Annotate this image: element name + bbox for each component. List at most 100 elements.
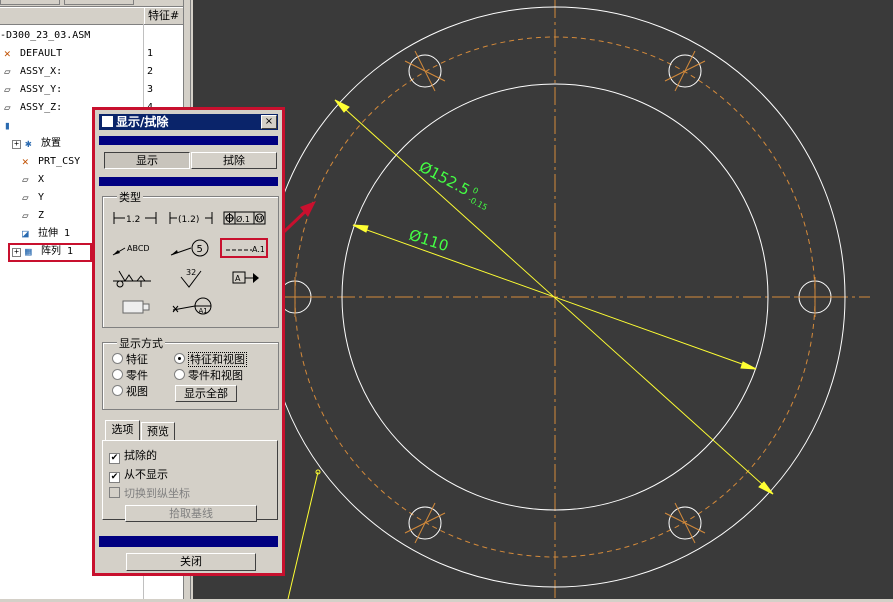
tree-item[interactable]: ✕ DEFAULT	[4, 45, 62, 63]
tree-item[interactable]: ▱ Z	[22, 207, 44, 225]
graphics-viewport[interactable]: Ø152.5 0 -0.15 Ø110	[193, 0, 893, 600]
dim-inner-text: Ø110	[407, 226, 451, 256]
svg-text:1.2: 1.2	[126, 215, 140, 225]
svg-text:Ø152.5: Ø152.5	[416, 158, 473, 200]
svg-text:A1: A1	[199, 307, 208, 315]
close-button[interactable]: 关闭	[126, 553, 256, 571]
reference-dimension-icon[interactable]: (1.2)	[167, 210, 215, 226]
divider-bar	[99, 536, 278, 547]
mode-part-radio[interactable]: 零件	[112, 369, 148, 382]
datum-plane-icon: ▱	[4, 83, 11, 96]
expand-icon[interactable]: +	[12, 140, 21, 149]
pick-baseline-button[interactable]: 拾取基线	[125, 505, 257, 522]
tree-column-header: 特征#	[0, 8, 190, 25]
feature-number: 1	[147, 48, 154, 59]
note-icon[interactable]: ABCD	[111, 241, 159, 257]
show-erase-dialog[interactable]: 显示/拭除 × 显示 拭除 类型 1.2 (1.2) Ø.1 M ABCD 5 A…	[92, 107, 285, 576]
tree-item-label: X	[38, 174, 45, 185]
show-button[interactable]: 显示	[104, 152, 190, 169]
radio-indicator[interactable]	[112, 369, 123, 380]
datum-plane-tag-icon[interactable]: A	[231, 270, 261, 286]
csys-icon: ✕	[4, 47, 11, 60]
dialog-title: 显示/拭除	[116, 115, 169, 129]
bolt-hole	[664, 502, 706, 544]
tree-item-label: Y	[38, 192, 45, 203]
erased-checkbox[interactable]: ✔ 拭除的	[109, 449, 157, 464]
checkbox-indicator[interactable]: ✔	[109, 472, 120, 483]
tree-item[interactable]: ▱ X	[22, 171, 44, 189]
csys-icon: ✕	[22, 155, 29, 168]
datum-plane-icon: ▱	[4, 65, 11, 78]
mode-feature-and-view-radio[interactable]: 特征和视图	[174, 352, 247, 367]
tree-item-label: ASSY_Z:	[20, 102, 63, 113]
feature-number-column-header[interactable]: 特征#	[144, 8, 188, 24]
leader-line	[287, 471, 319, 600]
dimension-icon[interactable]: 1.2	[111, 210, 159, 226]
datum-plane-icon: ▱	[4, 101, 11, 114]
balloon-icon[interactable]: 5	[169, 238, 215, 258]
tree-item[interactable]: ✕ PRT_CSY	[22, 153, 80, 171]
geometric-tolerance-icon[interactable]: Ø.1 M	[223, 210, 267, 226]
radio-indicator[interactable]	[112, 353, 123, 364]
show-all-button[interactable]: 显示全部	[175, 385, 237, 402]
part-icon: ▮	[4, 119, 11, 132]
switch-to-ordinate-checkbox[interactable]: 切换到纵坐标	[109, 487, 190, 500]
erase-button[interactable]: 拭除	[191, 152, 277, 169]
svg-text:(1.2): (1.2)	[178, 215, 199, 225]
cosmetic-feature-icon[interactable]	[121, 298, 153, 316]
tree-item-label: 放置	[41, 138, 61, 149]
svg-text:ABCD: ABCD	[127, 244, 150, 253]
tab-settings[interactable]	[64, 0, 134, 5]
tab-model-tree[interactable]	[0, 0, 60, 5]
pattern-highlight-box	[8, 243, 92, 262]
radio-indicator[interactable]	[174, 369, 185, 380]
datum-plane-icon: ▱	[22, 191, 29, 204]
radio-indicator[interactable]	[174, 353, 185, 364]
svg-text:A.1: A.1	[252, 245, 264, 254]
svg-text:M: M	[257, 215, 263, 223]
type-group-label: 类型	[117, 189, 143, 205]
symbol-icon[interactable]	[111, 267, 157, 289]
mode-view-radio[interactable]: 视图	[112, 385, 148, 398]
bolt-hole	[795, 277, 835, 317]
svg-text:5: 5	[197, 244, 203, 255]
tree-item[interactable]: ▱ ASSY_Z:	[4, 99, 62, 117]
svg-text:Ø110: Ø110	[407, 226, 451, 256]
close-icon[interactable]: ×	[261, 115, 277, 129]
tree-item[interactable]: ◪ 拉伸 1	[22, 225, 70, 243]
axis-icon[interactable]: A.1	[220, 238, 268, 258]
tree-item[interactable]: -D300_23_03.ASM	[0, 27, 90, 45]
datum-target-icon[interactable]: A1	[171, 296, 215, 316]
checkbox-indicator[interactable]: ✔	[109, 453, 120, 464]
feature-number: 2	[147, 66, 154, 77]
tree-item-label: 拉伸 1	[38, 228, 71, 239]
tree-item[interactable]: + ✱ 放置	[12, 135, 61, 153]
tree-item[interactable]: ▱ ASSY_X:	[4, 63, 62, 81]
tree-item-label: ASSY_X:	[20, 66, 63, 77]
tree-item[interactable]: ▱ ASSY_Y:	[4, 81, 62, 99]
placement-icon: ✱	[25, 137, 32, 150]
tree-item-label: Z	[38, 210, 45, 221]
mode-feature-radio[interactable]: 特征	[112, 353, 148, 366]
tab-preview[interactable]: 预览	[141, 422, 175, 440]
dialog-app-icon	[102, 116, 113, 127]
tree-item[interactable]: ▱ Y	[22, 189, 44, 207]
radio-indicator[interactable]	[112, 385, 123, 396]
datum-plane-icon: ▱	[22, 209, 29, 222]
tree-item-label: PRT_CSY	[38, 156, 81, 167]
surface-finish-icon[interactable]: 32	[179, 267, 209, 289]
bolt-hole	[664, 50, 706, 92]
tree-item[interactable]: ▮	[4, 117, 20, 135]
svg-text:A: A	[235, 274, 241, 283]
drawing-canvas: Ø152.5 0 -0.15 Ø110	[250, 0, 870, 600]
tab-options[interactable]: 选项	[105, 420, 140, 440]
divider-bar	[99, 136, 278, 145]
mode-part-and-view-radio[interactable]: 零件和视图	[174, 369, 243, 382]
feature-number: 3	[147, 84, 154, 95]
never-shown-checkbox[interactable]: ✔ 从不显示	[109, 468, 168, 483]
dim-outer-text: Ø152.5 0 -0.15	[416, 158, 489, 213]
dialog-titlebar[interactable]: 显示/拭除 ×	[99, 114, 278, 130]
checkbox-indicator[interactable]	[109, 487, 120, 498]
divider-bar	[99, 177, 278, 186]
tree-item-label: ASSY_Y:	[20, 84, 63, 95]
